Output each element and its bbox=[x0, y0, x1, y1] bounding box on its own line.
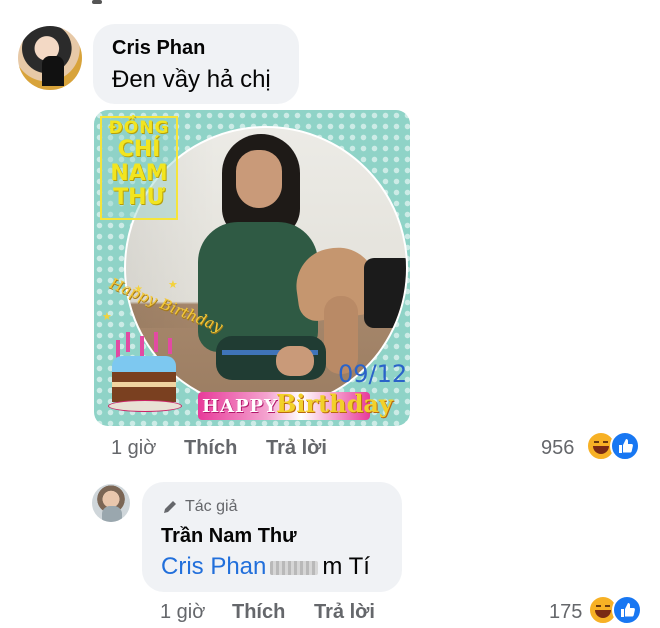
like-button[interactable]: Thích bbox=[184, 437, 237, 460]
blurred-text bbox=[270, 560, 319, 575]
image-date-text: 09/12 bbox=[338, 360, 408, 388]
avatar-figure bbox=[42, 56, 64, 86]
reply-author-avatar[interactable] bbox=[92, 484, 130, 522]
reply-text: Cris Phan m Tí bbox=[161, 553, 370, 581]
reply-reaction-count[interactable]: 175 bbox=[549, 601, 582, 624]
mention-link[interactable]: Cris Phan bbox=[161, 553, 266, 580]
star-icon: ★ bbox=[134, 284, 143, 295]
person-face bbox=[236, 150, 282, 208]
comment-time[interactable]: 1 giờ bbox=[111, 437, 156, 460]
person-hands bbox=[276, 346, 314, 376]
reply-text-after: m Tí bbox=[322, 553, 370, 580]
title-line-2: CHÍ bbox=[117, 137, 161, 162]
avatar-figure bbox=[102, 506, 122, 522]
thumbs-up-icon bbox=[619, 439, 633, 453]
reply-time[interactable]: 1 giờ bbox=[160, 601, 205, 624]
author-badge: Tác giả bbox=[161, 498, 237, 516]
title-line-1: ĐỒNG bbox=[108, 118, 170, 138]
banner-birthday-text: Birthday bbox=[276, 389, 393, 418]
banner-happy-text: HAPPY bbox=[202, 396, 278, 417]
bag-object bbox=[364, 258, 406, 328]
pencil-icon bbox=[164, 501, 176, 513]
comment-image[interactable]: ĐỒNG CHÍ NAM THƯ Happy Birthday ★ ★ ★ 09… bbox=[94, 110, 410, 426]
image-title-block: ĐỒNG CHÍ NAM THƯ bbox=[100, 116, 178, 220]
like-reaction-icon bbox=[610, 431, 640, 461]
author-badge-label: Tác giả bbox=[185, 498, 238, 515]
reply-reply-button[interactable]: Trả lời bbox=[314, 601, 375, 624]
star-icon: ★ bbox=[102, 311, 112, 323]
title-line-3: NAM bbox=[110, 161, 168, 186]
reply-bubble: Tác giả Trần Nam Thư Cris Phan m Tí bbox=[142, 482, 402, 592]
reply-author-name[interactable]: Trần Nam Thư bbox=[161, 525, 297, 548]
thumbs-up-icon bbox=[621, 603, 635, 617]
top-edge-fragment bbox=[92, 0, 102, 4]
reply-button[interactable]: Trả lời bbox=[266, 437, 327, 460]
reply-like-button[interactable]: Thích bbox=[232, 601, 285, 624]
comment-bubble: Cris Phan Đen vầy hả chị bbox=[93, 24, 299, 104]
birthday-cake-icon bbox=[108, 332, 182, 418]
title-line-4: THƯ bbox=[113, 185, 165, 210]
reply-reactions-summary[interactable] bbox=[588, 594, 648, 626]
reaction-count[interactable]: 956 bbox=[541, 437, 574, 460]
comment-text: Đen vầy hả chị bbox=[112, 66, 271, 93]
like-reaction-icon bbox=[612, 595, 642, 625]
comment-author-name[interactable]: Cris Phan bbox=[112, 37, 205, 60]
star-icon: ★ bbox=[168, 279, 178, 291]
commenter-avatar[interactable] bbox=[18, 26, 82, 90]
reactions-summary[interactable] bbox=[586, 430, 646, 462]
